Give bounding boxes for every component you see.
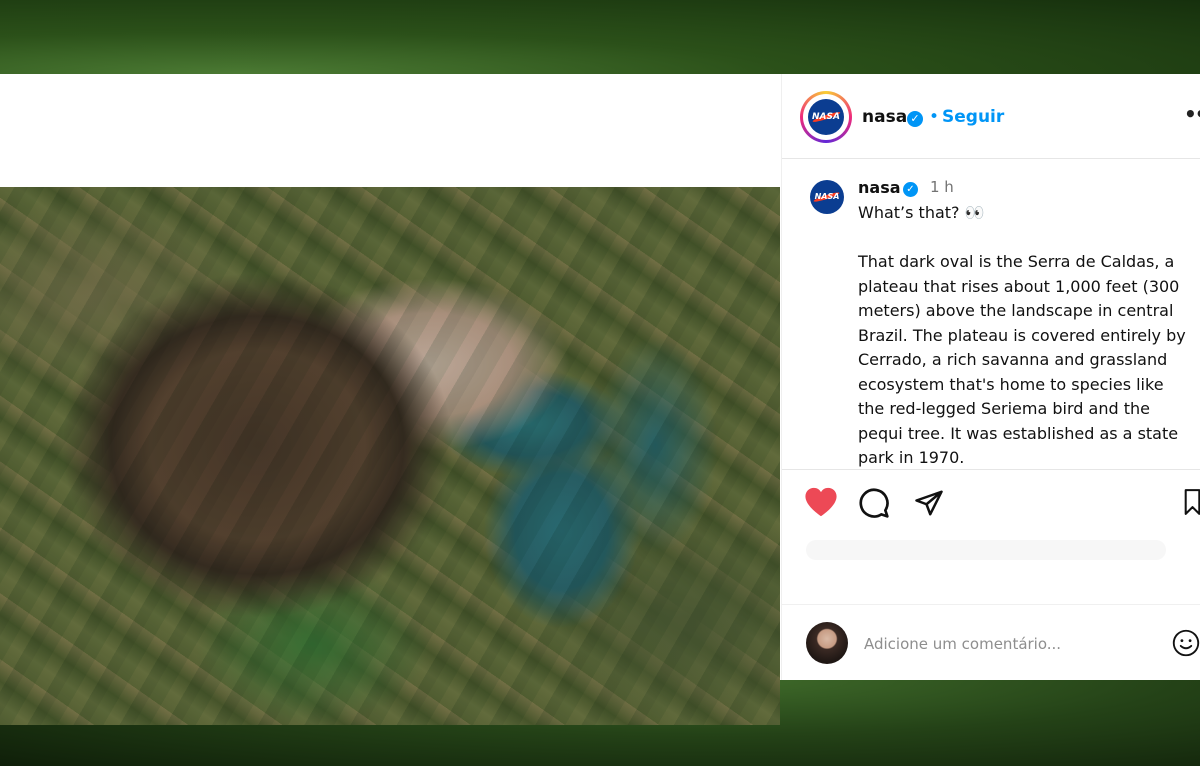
post-side-panel: NASA nasa ✓ • Seguir ••• NASA nasa ✓ 1 h…: [781, 74, 1200, 680]
post-timestamp[interactable]: 1 h: [930, 178, 954, 196]
comment-icon[interactable]: [858, 487, 890, 519]
follow-button[interactable]: Seguir: [942, 107, 1004, 127]
nasa-logo-small: NASA: [810, 180, 844, 214]
post-header: NASA nasa ✓ • Seguir •••: [782, 74, 1200, 159]
comment-divider: [782, 604, 1200, 605]
comment-input[interactable]: [864, 632, 1144, 656]
bookmark-icon[interactable]: [1184, 486, 1200, 518]
caption-avatar[interactable]: NASA: [810, 180, 844, 214]
more-options-icon[interactable]: •••: [1184, 102, 1200, 126]
separator-dot: •: [929, 107, 940, 127]
caption-lead: What’s that? 👀: [858, 203, 985, 222]
verified-badge-icon: ✓: [903, 182, 918, 197]
post-image-texture: [0, 187, 780, 725]
logo-text: NASA: [812, 112, 840, 122]
avatar-inner: NASA: [803, 94, 849, 140]
logo-text: NASA: [814, 192, 840, 201]
caption-text: That dark oval is the Serra de Caldas, a…: [858, 252, 1186, 467]
header-username[interactable]: nasa: [862, 107, 907, 127]
emoji-icon[interactable]: [1172, 629, 1200, 657]
likes-area-blurred: [806, 540, 1166, 560]
verified-badge-icon: ✓: [907, 111, 923, 127]
nasa-logo: NASA: [808, 99, 844, 135]
post-image[interactable]: [0, 187, 780, 725]
profile-avatar[interactable]: NASA: [800, 91, 852, 143]
current-user-avatar: [806, 622, 848, 664]
caption-username[interactable]: nasa: [858, 178, 901, 197]
heart-icon[interactable]: [804, 486, 838, 518]
share-icon[interactable]: [914, 488, 944, 518]
background-top: [0, 0, 1200, 74]
actions-divider: [782, 469, 1200, 470]
